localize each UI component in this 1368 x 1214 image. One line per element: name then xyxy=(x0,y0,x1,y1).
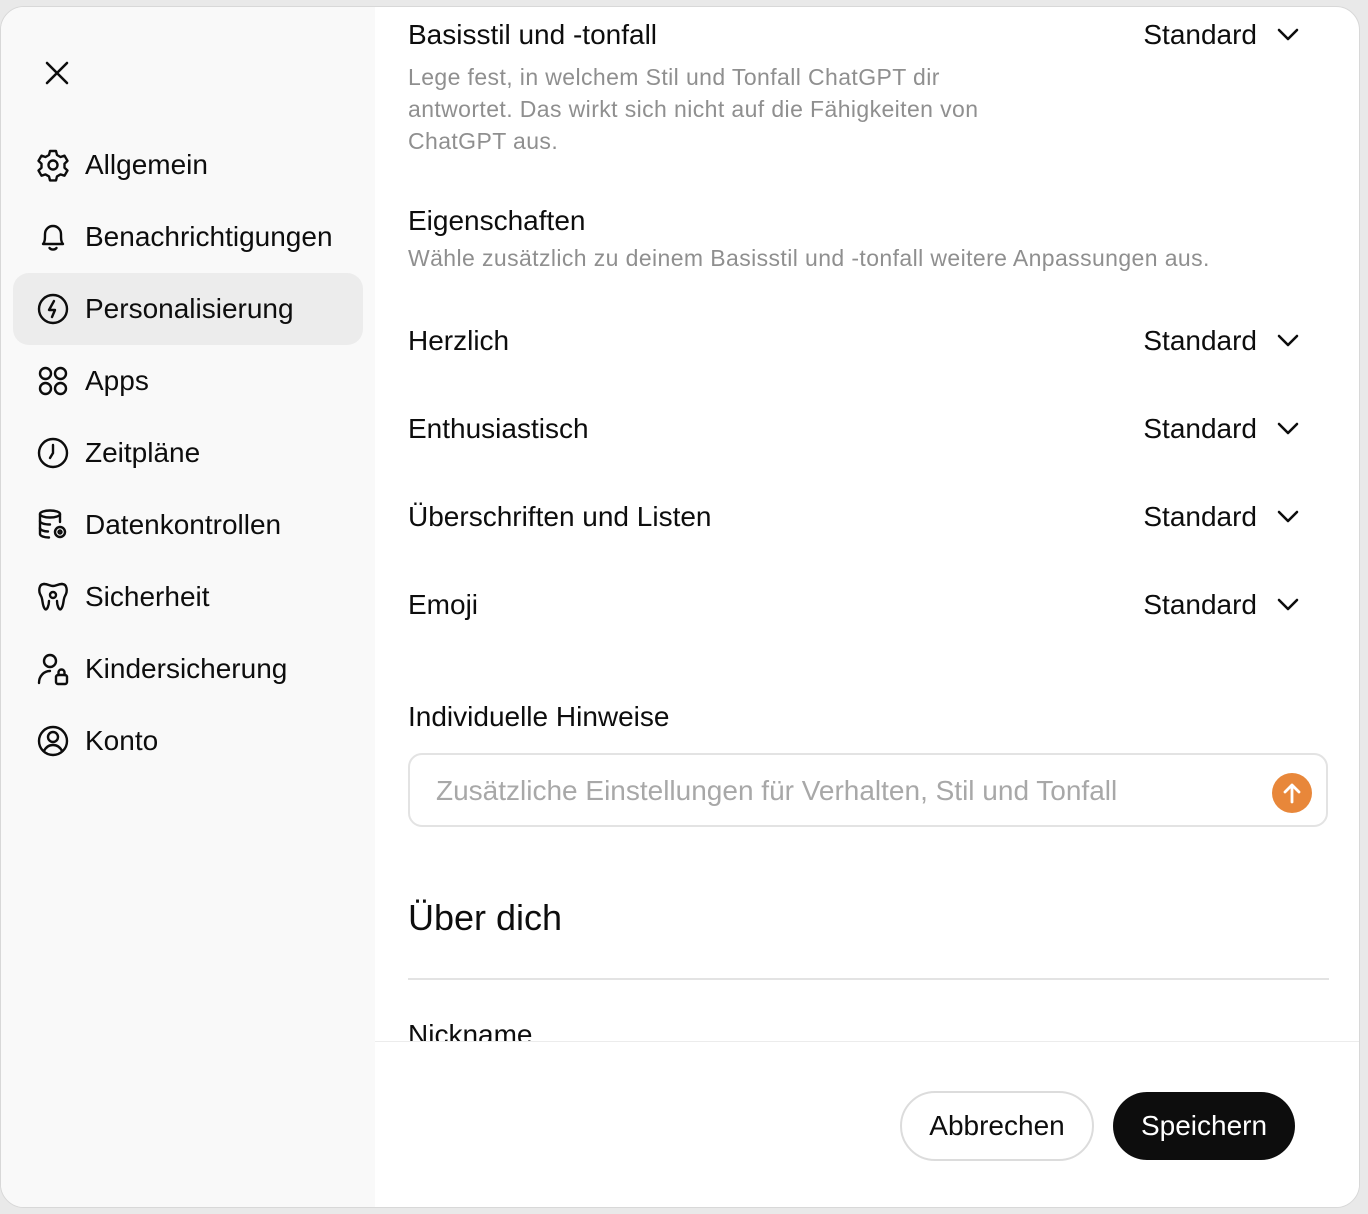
save-button[interactable]: Speichern xyxy=(1113,1092,1295,1160)
close-icon xyxy=(45,61,69,85)
cancel-button[interactable]: Abbrechen xyxy=(900,1091,1094,1161)
option-label-herzlich: Herzlich xyxy=(408,325,510,356)
nickname-label: Nickname xyxy=(408,1019,533,1041)
sidebar-item-benachrichtigungen[interactable]: Benachrichtigungen xyxy=(13,201,363,273)
emoji-dropdown[interactable]: Standard xyxy=(1143,589,1299,621)
settings-scroll-area[interactable]: Basisstil und -tonfall Standard Lege fes… xyxy=(408,7,1329,1041)
apps-grid-icon xyxy=(35,363,71,399)
settings-content: Basisstil und -tonfall Standard Lege fes… xyxy=(375,7,1359,1207)
dropdown-value: Standard xyxy=(1143,589,1257,620)
bell-icon xyxy=(35,219,71,255)
personalization-icon xyxy=(35,291,71,327)
option-label-enthusiastisch: Enthusiastisch xyxy=(408,413,589,444)
option-label-headings-lists: Überschriften und Listen xyxy=(408,501,712,532)
sidebar-item-label: Kindersicherung xyxy=(85,653,288,684)
sidebar-item-datenkontrollen[interactable]: Datenkontrollen xyxy=(13,489,363,561)
sidebar-item-allgemein[interactable]: Allgemein xyxy=(13,129,363,201)
sidebar-item-sicherheit[interactable]: Sicherheit xyxy=(13,561,363,633)
chevron-down-icon xyxy=(1277,598,1299,612)
settings-sidebar: Allgemein Benachrichtigungen Personalisi… xyxy=(1,7,375,1207)
account-circle-icon xyxy=(35,723,71,759)
chevron-down-icon xyxy=(1277,422,1299,436)
sidebar-item-label: Zeitpläne xyxy=(85,437,201,468)
sidebar-item-label: Personalisierung xyxy=(85,293,294,324)
settings-dialog: Allgemein Benachrichtigungen Personalisi… xyxy=(0,6,1360,1208)
arrow-up-icon xyxy=(1283,783,1301,804)
security-icon xyxy=(35,579,71,615)
sidebar-item-label: Datenkontrollen xyxy=(85,509,282,540)
dropdown-value: Standard xyxy=(1143,501,1257,532)
option-label-emoji: Emoji xyxy=(408,589,479,620)
dropdown-value: Standard xyxy=(1143,413,1257,444)
chevron-down-icon xyxy=(1277,334,1299,348)
close-button[interactable] xyxy=(33,49,81,97)
chevron-down-icon xyxy=(1277,510,1299,524)
clock-icon xyxy=(35,435,71,471)
custom-instructions-title: Individuelle Hinweise xyxy=(408,701,670,732)
sidebar-item-kindersicherung[interactable]: Kindersicherung xyxy=(13,633,363,705)
traits-description: Wähle zusätzlich zu deinem Basisstil und… xyxy=(408,245,1210,271)
sidebar-item-zeitplaene[interactable]: Zeitpläne xyxy=(13,417,363,489)
custom-instructions-box xyxy=(408,753,1328,827)
sidebar-item-label: Konto xyxy=(85,725,159,756)
traits-title: Eigenschaften xyxy=(408,205,586,236)
dropdown-value: Standard xyxy=(1143,325,1257,356)
sidebar-item-personalisierung[interactable]: Personalisierung xyxy=(13,273,363,345)
settings-nav: Allgemein Benachrichtigungen Personalisi… xyxy=(13,129,363,777)
chevron-down-icon xyxy=(1277,28,1299,42)
sidebar-item-konto[interactable]: Konto xyxy=(13,705,363,777)
submit-button[interactable] xyxy=(1272,773,1312,813)
user-lock-icon xyxy=(35,651,71,687)
gear-icon xyxy=(35,147,71,183)
custom-instructions-input[interactable] xyxy=(434,767,1258,815)
sidebar-item-label: Benachrichtigungen xyxy=(85,221,333,252)
dropdown-value: Standard xyxy=(1143,19,1257,50)
base-style-description: Lege fest, in welchem Stil und Tonfall C… xyxy=(408,64,979,154)
base-style-title: Basisstil und -tonfall xyxy=(408,19,658,50)
database-gear-icon xyxy=(35,507,71,543)
headings-lists-dropdown[interactable]: Standard xyxy=(1143,501,1299,533)
base-style-dropdown[interactable]: Standard xyxy=(1143,19,1299,51)
section-divider xyxy=(408,978,1329,980)
enthusiastisch-dropdown[interactable]: Standard xyxy=(1143,413,1299,445)
sidebar-item-label: Sicherheit xyxy=(85,581,210,612)
sidebar-item-apps[interactable]: Apps xyxy=(13,345,363,417)
sidebar-item-label: Allgemein xyxy=(85,149,208,180)
about-you-heading: Über dich xyxy=(408,897,563,938)
herzlich-dropdown[interactable]: Standard xyxy=(1143,325,1299,357)
sidebar-item-label: Apps xyxy=(85,365,149,396)
dialog-footer: Abbrechen Speichern xyxy=(375,1041,1359,1207)
